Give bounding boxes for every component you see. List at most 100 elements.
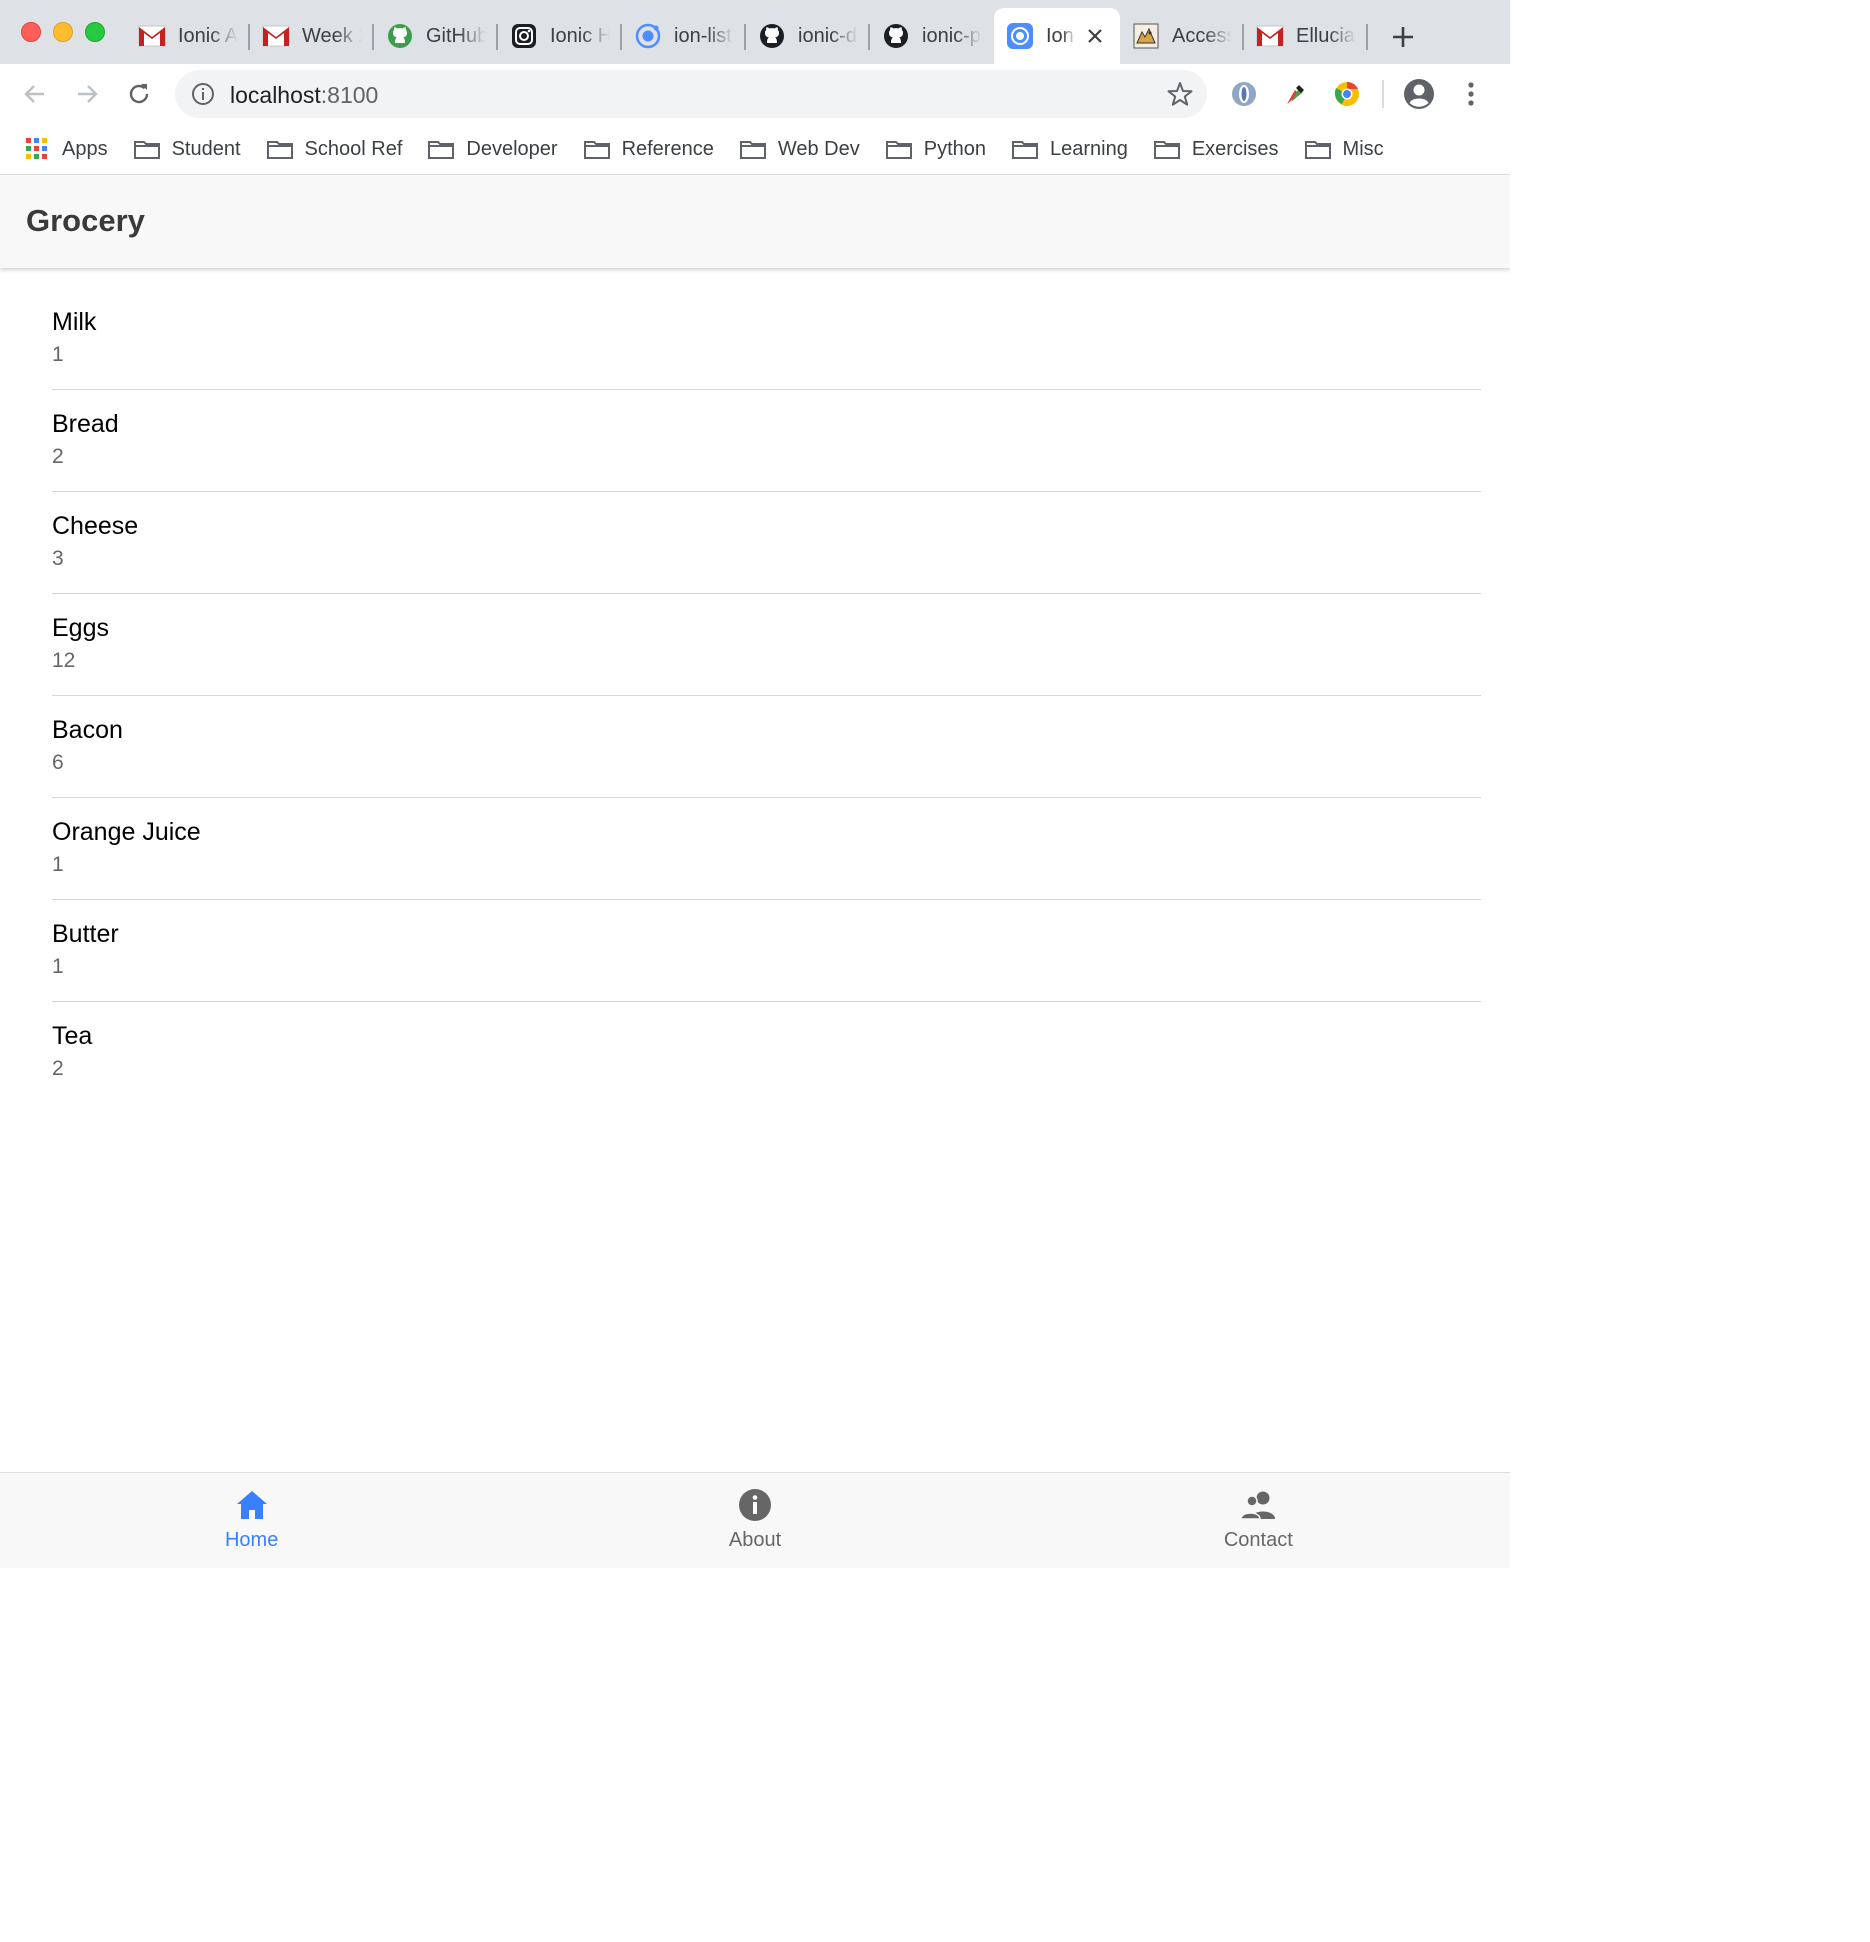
bookmark-folder[interactable]: Misc — [1304, 129, 1384, 169]
app-tab-bar: Home About Contact — [0, 1472, 1510, 1568]
folder-icon — [583, 138, 610, 160]
bookmark-folder[interactable]: Reference — [583, 129, 714, 169]
item-quantity: 1 — [52, 853, 64, 876]
browser-tab[interactable]: Ionic A — [126, 8, 250, 64]
item-quantity: 1 — [52, 955, 64, 978]
bookmark-folder[interactable]: Student — [133, 129, 241, 169]
bookmark-folder[interactable]: Exercises — [1153, 129, 1279, 169]
reload-button[interactable] — [121, 76, 157, 112]
tab-title: Ionic H — [550, 24, 610, 47]
browser-tab[interactable]: Access — [1120, 8, 1244, 64]
gmail-icon — [262, 22, 290, 50]
tab-title: ionic-d — [798, 24, 857, 47]
close-window-button[interactable] — [21, 22, 41, 42]
tab-title: Access — [1172, 24, 1232, 47]
item-quantity: 2 — [52, 445, 64, 468]
browser-tab[interactable]: Ellucian — [1244, 8, 1368, 64]
list-item[interactable]: Orange Juice 1 — [52, 798, 1481, 900]
github-green-icon — [386, 22, 414, 50]
folder-icon — [428, 138, 455, 160]
item-name: Eggs — [52, 614, 109, 642]
list-item[interactable]: Tea 2 — [52, 1002, 1481, 1104]
app-content[interactable]: Milk 1 Bread 2 Cheese 3 Eggs 12 Bacon 6 … — [0, 268, 1510, 1472]
gmail-icon — [138, 22, 166, 50]
url-host: localhost — [230, 82, 321, 108]
item-name: Milk — [52, 308, 97, 336]
item-name: Bacon — [52, 716, 123, 744]
browser-tab[interactable]: ionic-d — [746, 8, 870, 64]
chrome-extension-icon[interactable] — [1331, 78, 1363, 110]
bookmark-apps[interactable]: Apps — [24, 129, 108, 169]
list-item[interactable]: Milk 1 — [52, 288, 1481, 390]
bookmark-folder[interactable]: Web Dev — [739, 129, 860, 169]
cat-image-icon — [1132, 22, 1160, 50]
tab-home[interactable]: Home — [0, 1473, 503, 1568]
app-toolbar: Grocery — [0, 176, 1510, 268]
bookmark-label: Web Dev — [777, 137, 860, 160]
tab-title: Ellucian — [1296, 24, 1356, 47]
profile-avatar-icon[interactable] — [1403, 78, 1435, 110]
bookmark-label: Exercises — [1191, 137, 1279, 160]
tab-label: Contact — [1223, 1529, 1293, 1551]
ionic-icon — [634, 22, 662, 50]
bookmark-label: Reference — [621, 137, 714, 160]
new-tab-button[interactable] — [1386, 20, 1420, 54]
tab-about[interactable]: About — [503, 1473, 1006, 1568]
bookmarks-bar: Apps Student School Ref Developer Refere… — [0, 124, 1510, 175]
color-picker-extension-icon[interactable] — [1279, 78, 1311, 110]
bookmark-label: Misc — [1342, 137, 1384, 160]
bookmark-label: Developer — [466, 137, 558, 160]
tab-title: ion-list — [674, 24, 732, 47]
item-name: Cheese — [52, 512, 139, 540]
bookmark-folder[interactable]: Developer — [428, 129, 558, 169]
bookmark-folder[interactable]: Python — [885, 129, 986, 169]
minimize-window-button[interactable] — [53, 22, 73, 42]
info-circle-icon[interactable] — [191, 82, 215, 106]
browser-tab[interactable]: ion-list — [622, 8, 746, 64]
folder-icon — [1304, 138, 1331, 160]
more-menu-icon[interactable] — [1455, 78, 1487, 110]
back-button[interactable] — [17, 76, 53, 112]
folder-icon — [1012, 138, 1038, 160]
folder-icon — [266, 138, 293, 160]
tab-title: Ion — [1046, 24, 1074, 47]
tab-label: Home — [224, 1529, 279, 1551]
extension-1-icon[interactable] — [1228, 78, 1260, 110]
bookmark-label: Python — [923, 137, 986, 160]
maximize-window-button[interactable] — [85, 22, 105, 42]
list-item[interactable]: Bacon 6 — [52, 696, 1481, 798]
bookmark-folder[interactable]: Learning — [1012, 129, 1128, 169]
list-item[interactable]: Eggs 12 — [52, 594, 1481, 696]
arrow-right-icon — [78, 85, 98, 103]
apps-grid-icon — [24, 138, 50, 160]
list-item[interactable]: Butter 1 — [52, 900, 1481, 1002]
item-name: Tea — [52, 1022, 93, 1050]
folder-icon — [885, 138, 912, 160]
close-icon[interactable] — [1084, 25, 1106, 47]
browser-tab[interactable]: Ionic H — [498, 8, 622, 64]
address-bar[interactable]: localhost:8100 — [175, 70, 1207, 118]
tab-contact[interactable]: Contact — [1007, 1473, 1510, 1568]
bookmark-folder[interactable]: School Ref — [266, 129, 403, 169]
plus-icon — [1393, 27, 1413, 47]
info-icon — [737, 1487, 773, 1523]
instagram-icon — [510, 22, 538, 50]
browser-tab[interactable]: ionic-p — [870, 8, 994, 64]
browser-tab-active[interactable]: Ion — [994, 8, 1120, 64]
ionic-icon — [1006, 22, 1034, 50]
bookmark-label: School Ref — [304, 137, 403, 160]
tab-title: Ionic A — [178, 24, 238, 47]
browser-tabs: Ionic A Week 2 GitHub Ionic H — [126, 8, 1368, 64]
item-name: Orange Juice — [52, 818, 201, 846]
forward-button[interactable] — [69, 76, 105, 112]
tab-strip: Ionic A Week 2 GitHub Ionic H — [0, 0, 1510, 64]
gmail-icon — [1256, 22, 1284, 50]
github-icon — [882, 22, 910, 50]
item-quantity: 3 — [52, 547, 64, 570]
home-icon — [234, 1487, 270, 1523]
list-item[interactable]: Cheese 3 — [52, 492, 1481, 594]
list-item[interactable]: Bread 2 — [52, 390, 1481, 492]
browser-tab[interactable]: GitHub — [374, 8, 498, 64]
browser-tab[interactable]: Week 2 — [250, 8, 374, 64]
star-icon[interactable] — [1167, 81, 1193, 107]
